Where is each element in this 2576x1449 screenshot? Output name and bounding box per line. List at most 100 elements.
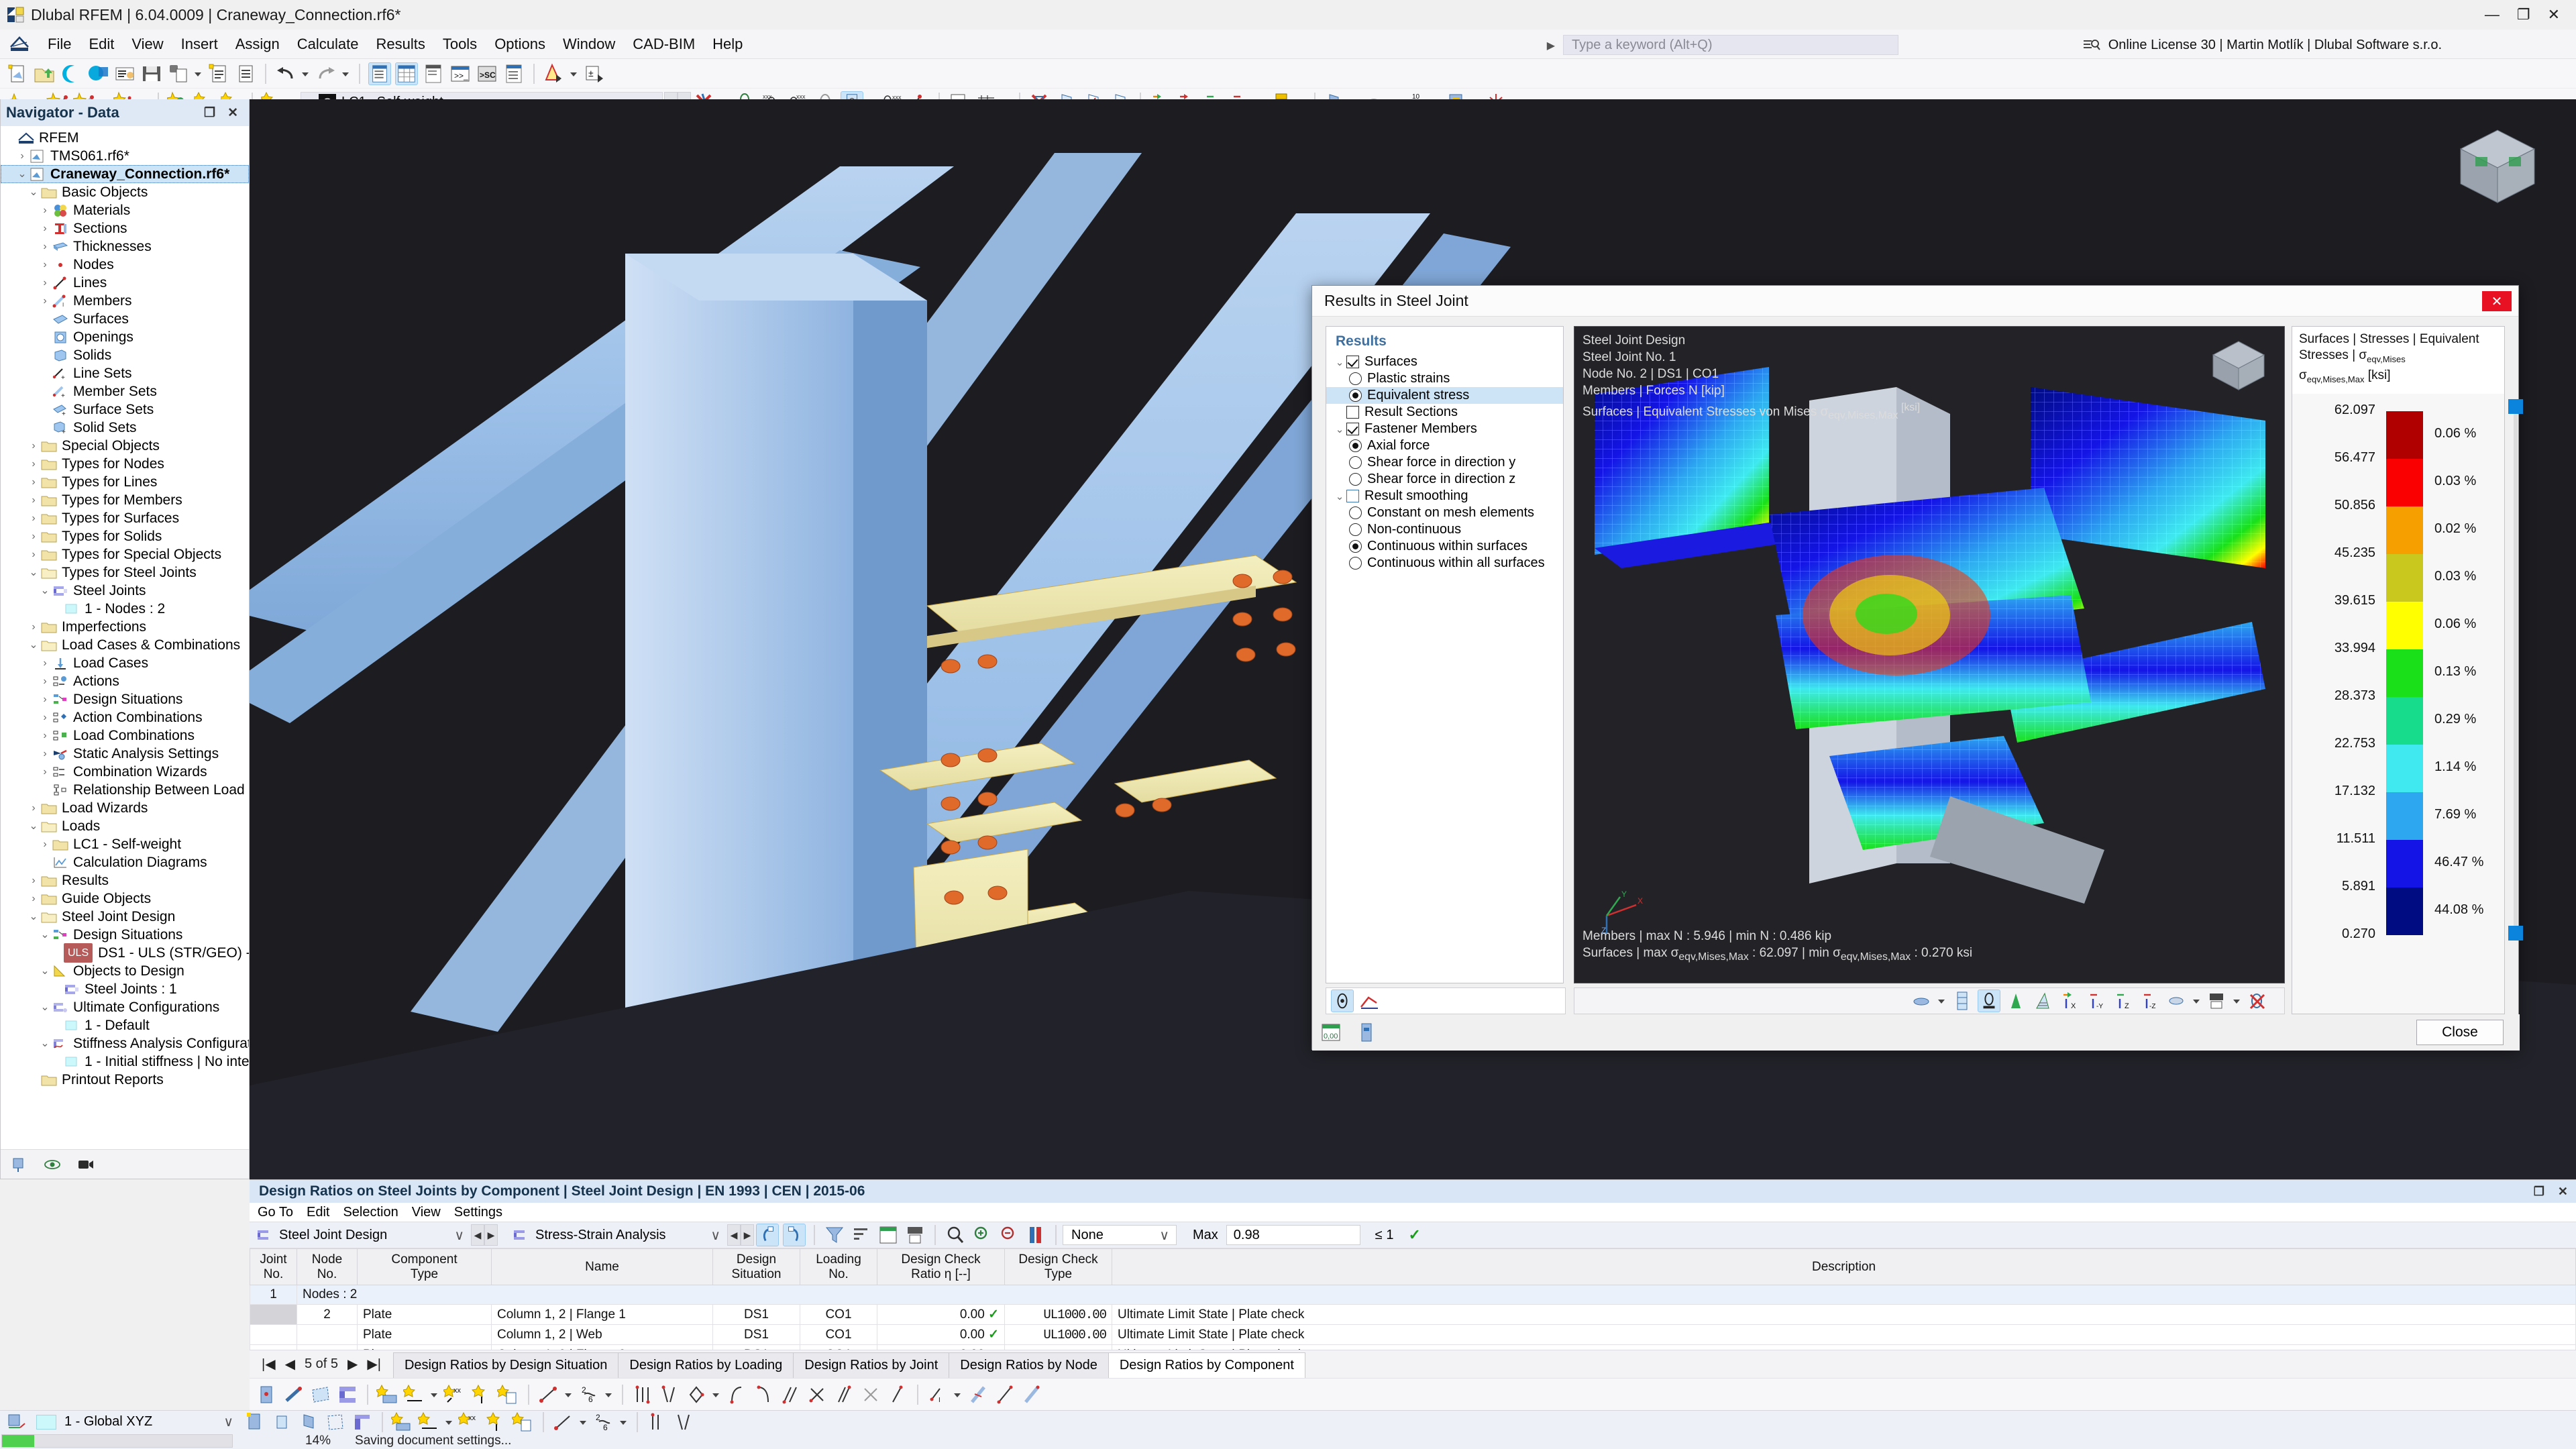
chevron-right-icon[interactable]: › <box>38 672 52 690</box>
menu-item-results[interactable]: Results <box>367 33 433 56</box>
analysis-type-selector[interactable]: Stress-Strain Analysis ∨ <box>506 1224 727 1246</box>
coordinate-system-chevron-down-icon[interactable]: ∨ <box>223 1413 241 1430</box>
redo-button[interactable] <box>315 62 337 85</box>
navigator-tree-item[interactable]: › Load Cases <box>1 654 249 672</box>
pager-first-icon[interactable]: |◀ <box>262 1356 276 1373</box>
table-undock-icon[interactable]: ❐ <box>2534 1185 2544 1199</box>
script-button[interactable]: >SC <box>476 62 498 85</box>
navigator-tree-item[interactable]: › Combination Wizards <box>1 763 249 781</box>
chevron-down-icon[interactable]: ⌄ <box>38 1034 52 1053</box>
results-option-item[interactable]: Non-continuous <box>1326 521 1563 538</box>
navigator-tree-item[interactable]: › LC1 - Self-weight <box>1 835 249 853</box>
member-copy-button[interactable] <box>1020 1383 1043 1406</box>
navigator-tree-item[interactable]: › Types for Special Objects <box>1 545 249 564</box>
radio-icon[interactable] <box>1349 439 1362 452</box>
rhombus-button[interactable] <box>685 1383 708 1406</box>
table-sort-button[interactable] <box>850 1224 873 1246</box>
results-option-group[interactable]: ⌄ Surfaces <box>1326 354 1563 370</box>
select-dropdown-icon[interactable] <box>568 62 578 85</box>
print-button[interactable] <box>167 62 190 85</box>
save-button[interactable] <box>140 62 163 85</box>
status-view-button-4[interactable] <box>324 1411 347 1434</box>
chevron-right-icon[interactable]: › <box>38 654 52 672</box>
preview-view-cube-icon[interactable] <box>2205 336 2272 395</box>
status-angle-button[interactable] <box>673 1411 696 1434</box>
restore-icon[interactable]: ❐ <box>2517 6 2530 23</box>
chevron-right-icon[interactable]: › <box>26 871 41 890</box>
visibility-eye-icon[interactable] <box>44 1156 61 1173</box>
pager-last-icon[interactable]: ▶| <box>367 1356 381 1373</box>
arc-button[interactable] <box>725 1383 748 1406</box>
navigator-tree-item[interactable]: › 1 - Default <box>1 1016 249 1034</box>
legend-slider-handle-top[interactable] <box>2508 398 2523 414</box>
show-member-button[interactable] <box>282 1383 305 1406</box>
report-button[interactable] <box>234 62 257 85</box>
navigator-tree-item[interactable]: › Thicknesses <box>1 237 249 256</box>
table-column-header[interactable]: Design Situation <box>712 1248 800 1285</box>
navigator-tree-item[interactable]: › Imperfections <box>1 618 249 636</box>
status-dim-dropdown-icon[interactable] <box>443 1411 453 1434</box>
navigator-panel[interactable]: Navigator - Data ❐ ✕ › RFEM › TMS061.rf6* ⌄ C… <box>0 99 250 1179</box>
menu-item-calculate[interactable]: Calculate <box>288 33 368 56</box>
export-table-icon[interactable]: 0,00 <box>1320 1021 1343 1044</box>
chevron-down-icon[interactable]: ⌄ <box>1333 356 1346 368</box>
legend-slider-handle-bottom[interactable] <box>2508 925 2523 941</box>
preview-view-z-button[interactable]: Z <box>2112 989 2135 1012</box>
results-option-item[interactable]: Axial force <box>1326 437 1563 454</box>
redo-dropdown-icon[interactable] <box>339 62 350 85</box>
navigator-tree-item[interactable]: ⌄ Basic Objects <box>1 183 249 201</box>
navigator-tree-item[interactable]: ›ULS DS1 - ULS (STR/GEO) - Perm <box>1 943 249 963</box>
table-close-icon[interactable]: ✕ <box>2558 1185 2568 1199</box>
chevron-down-icon[interactable]: ⌄ <box>26 817 41 835</box>
status-divide-button[interactable]: 26 <box>592 1411 615 1434</box>
table-column-header[interactable]: Description <box>1112 1248 2576 1285</box>
design-type-next-button[interactable]: ▶ <box>484 1224 498 1246</box>
pager-prev-icon[interactable]: ◀ <box>285 1356 295 1373</box>
results-option-item[interactable]: Shear force in direction y <box>1326 454 1563 471</box>
table-menu-goto[interactable]: Go To <box>258 1205 293 1220</box>
show-surface-button[interactable] <box>309 1383 332 1406</box>
tangent-button[interactable] <box>833 1383 855 1406</box>
radio-icon[interactable] <box>1349 523 1362 536</box>
status-text-button[interactable]: xx <box>456 1411 481 1434</box>
chevron-right-icon[interactable]: › <box>38 708 52 727</box>
chevron-right-icon[interactable]: › <box>38 292 52 310</box>
close-icon[interactable]: ✕ <box>2548 6 2560 23</box>
navigator-tree-item[interactable]: ⌄ Objects to Design <box>1 962 249 980</box>
navigator-tree-item[interactable]: ⌄ Types for Steel Joints <box>1 564 249 582</box>
pager-next-icon[interactable]: ▶ <box>347 1356 358 1373</box>
table-column-header[interactable]: Joint No. <box>250 1248 297 1285</box>
render-mode-dropdown-icon[interactable] <box>1935 989 1946 1012</box>
preview-clipping-button[interactable] <box>2165 989 2188 1012</box>
navigator-tree-item[interactable]: ⌄ Craneway_Connection.rf6* <box>1 165 249 183</box>
design-type-chevron-down-icon[interactable]: ∨ <box>454 1227 471 1244</box>
status-guide-button[interactable] <box>485 1411 508 1434</box>
status-view-button-1[interactable] <box>244 1411 266 1434</box>
menu-item-file[interactable]: File <box>39 33 80 56</box>
navigator-tree-item[interactable]: ⌄ Steel Joints <box>1 582 249 600</box>
table-tab[interactable]: Design Ratios by Component <box>1108 1352 1305 1378</box>
preview-reset-view-button[interactable] <box>2246 989 2269 1012</box>
camera-icon[interactable] <box>77 1156 95 1173</box>
table-column-header[interactable]: Loading No. <box>800 1248 877 1285</box>
show-node-button[interactable] <box>256 1383 278 1406</box>
open-model-button[interactable] <box>33 62 56 85</box>
chevron-right-icon[interactable]: › <box>38 727 52 745</box>
legend-slider-track[interactable] <box>2514 402 2518 934</box>
results-option-group[interactable]: ⌄ Result smoothing <box>1326 488 1563 504</box>
guide-object-button[interactable] <box>470 1383 493 1406</box>
table-column-header[interactable]: Name <box>491 1248 713 1285</box>
max-value-input[interactable]: 0.98 <box>1226 1225 1360 1245</box>
preview-view-minus-z-button[interactable]: -Z <box>2139 989 2161 1012</box>
chevron-right-icon[interactable]: › <box>26 618 41 636</box>
license-info[interactable]: Online License 30 | Martin Motlík | Dlub… <box>2083 35 2442 55</box>
status-load-button[interactable] <box>389 1411 414 1434</box>
status-snap-dropdown-icon[interactable] <box>577 1411 588 1434</box>
navigator-tree-item[interactable]: ⌄ Design Situations <box>1 926 249 944</box>
show-results-toggle-button[interactable] <box>1331 989 1354 1012</box>
results-option-item[interactable]: Continuous within surfaces <box>1326 538 1563 555</box>
chevron-down-icon[interactable]: ⌄ <box>1333 423 1346 435</box>
chevron-right-icon[interactable]: › <box>38 690 52 708</box>
chevron-down-icon[interactable]: ⌄ <box>38 582 52 600</box>
chevron-right-icon[interactable]: › <box>15 147 30 165</box>
